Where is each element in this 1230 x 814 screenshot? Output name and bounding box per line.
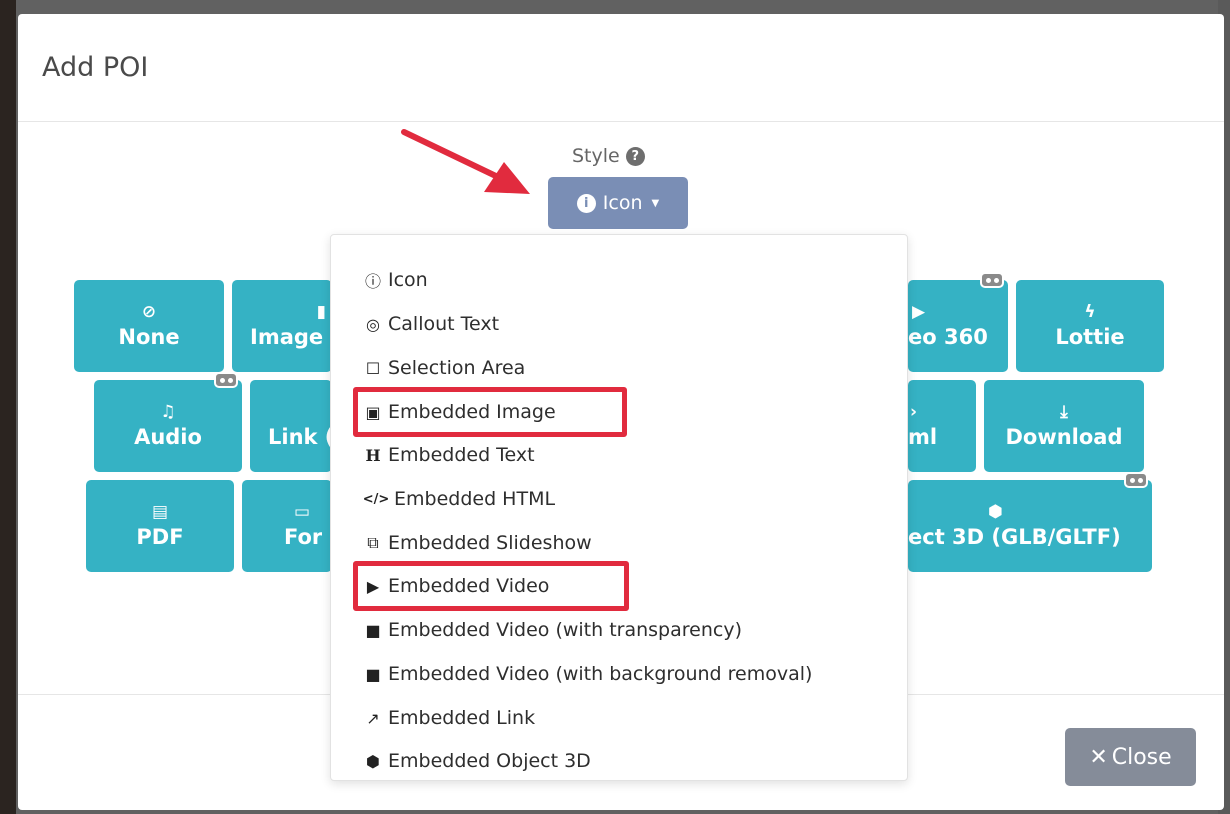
highlight-box-embedded-image [353,387,627,437]
tile-label: Audio [134,424,202,449]
menu-item-embedded-video-bg-removal[interactable]: ■ Embedded Video (with background remova… [363,663,812,685]
add-poi-modal: Add POI Style ? i Icon ▼ ⊘ None ▮ Image … [18,14,1224,810]
external-link-icon: ↗ [366,708,380,728]
tile-label: Link ( [268,424,335,449]
tile-image[interactable]: ▮ Image [232,280,332,372]
menu-item-embedded-slideshow[interactable]: ⧉ Embedded Slideshow [363,532,592,554]
tile-label: ect 3D (GLB/GLTF) [908,524,1121,549]
style-dropdown-button[interactable]: i Icon ▼ [548,177,688,229]
menu-item-label: Embedded Slideshow [388,532,592,554]
menu-item-label: Embedded Video (with transparency) [388,619,742,641]
close-button[interactable]: ✕ Close [1065,728,1196,786]
tile-download[interactable]: ⤓ Download [984,380,1144,472]
menu-item-label: Embedded HTML [394,488,556,510]
background-edge-left [0,0,16,814]
tile-label: eo 360 [908,324,988,349]
menu-item-embedded-video-transparency[interactable]: ■ Embedded Video (with transparency) [363,619,742,641]
form-icon: ▭ [294,501,311,522]
images-icon: ⧉ [367,533,379,552]
bullseye-icon: ◎ [366,314,380,334]
close-button-label: Close [1111,744,1172,770]
vr-headset-icon [980,272,1004,288]
menu-item-icon[interactable]: ⓘ Icon [363,269,428,291]
vr-headset-icon [1124,472,1148,488]
tile-audio[interactable]: ♫ Audio [94,372,242,472]
menu-item-embedded-object-3d[interactable]: ⬢ Embedded Object 3D [363,750,591,772]
tile-label: Image [250,324,324,349]
modal-title: Add POI [42,52,149,83]
video-camera-icon: ■ [365,664,381,684]
tile-html[interactable]: › ml [908,380,976,472]
tile-none[interactable]: ⊘ None [74,280,224,372]
menu-item-embedded-text[interactable]: H Embedded Text [363,444,535,466]
menu-item-label: Selection Area [388,357,526,379]
video-camera-icon: ■ [365,620,381,640]
video-icon: ▶ [912,301,926,322]
caret-down-icon: ▼ [651,197,660,209]
info-circle-icon: i [576,193,596,213]
info-icon: ⓘ [364,272,381,291]
menu-item-embedded-html[interactable]: </> Embedded HTML [363,488,555,510]
cube-icon: ⬢ [366,751,380,771]
tile-label: Download [1005,424,1123,449]
code-icon: › [910,401,918,422]
image-icon: ▮ [316,301,326,322]
menu-item-selection-area[interactable]: ☐ Selection Area [363,357,526,379]
vr-headset-icon [214,372,238,388]
menu-item-label: Callout Text [388,313,500,335]
tile-lottie[interactable]: ϟ Lottie [1016,280,1164,372]
style-dropdown-menu: ⓘ Icon ◎ Callout Text ☐ Selection Area ▣… [330,234,908,781]
tile-label: For [284,524,323,549]
menu-item-embedded-link[interactable]: ↗ Embedded Link [363,707,535,729]
modal-header: Add POI [18,14,1224,122]
menu-item-label: Embedded Link [388,707,536,729]
style-label: Style ? [572,145,645,167]
tile-label: PDF [136,524,184,549]
red-arrow-annotation [401,129,530,194]
tile-object-3d[interactable]: ⬢ ect 3D (GLB/GLTF) [908,472,1152,572]
download-icon: ⤓ [1060,401,1068,422]
ban-icon: ⊘ [141,301,157,322]
tile-label: None [118,324,180,349]
code-icon: </> [362,491,390,507]
style-button-label: Icon [602,192,643,214]
tile-label: Lottie [1055,324,1125,349]
menu-item-label: Embedded Video (with background removal) [388,663,813,685]
menu-item-label: Embedded Object 3D [388,750,591,772]
tile-link[interactable]: ⛓ Link ( [250,380,335,472]
menu-item-callout-text[interactable]: ◎ Callout Text [363,313,499,335]
music-icon: ♫ [160,401,176,422]
pdf-icon: ▤ [151,501,169,522]
tile-pdf[interactable]: ▤ PDF [86,480,234,572]
screen: Add POI Style ? i Icon ▼ ⊘ None ▮ Image … [0,0,1230,814]
square-icon: ☐ [365,358,381,378]
tile-video-360[interactable]: ▶ eo 360 [908,272,1008,372]
style-label-text: Style [572,145,620,167]
tile-label: ml [908,424,938,449]
cube-icon: ⬢ [988,501,1003,522]
tile-form[interactable]: ▭ For [242,480,332,572]
question-circle-icon[interactable]: ? [625,146,645,166]
highlight-box-embedded-video [353,561,629,611]
menu-item-label: Icon [388,269,428,291]
heading-icon: H [365,445,381,465]
menu-item-label: Embedded Text [388,444,535,466]
times-icon: ✕ [1089,744,1108,770]
lottie-icon: ϟ [1084,301,1096,322]
